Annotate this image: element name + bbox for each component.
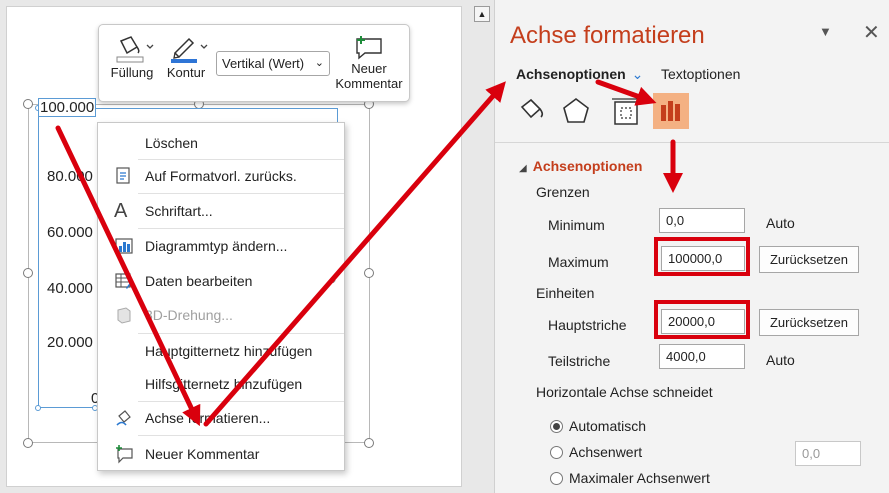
menu-item-label: Schriftart... xyxy=(145,203,213,219)
menu-item-label: Neuer Kommentar xyxy=(145,446,260,462)
menu-separator xyxy=(138,159,344,160)
resize-handle-bottom-left[interactable] xyxy=(23,438,33,448)
axis-tick-label: 80.000 xyxy=(47,168,93,185)
axis-selection-point xyxy=(35,405,41,411)
font-icon: A xyxy=(114,200,128,222)
outline-button[interactable]: Kontur xyxy=(161,33,211,80)
fill-line-icon[interactable] xyxy=(513,93,549,129)
effects-icon[interactable] xyxy=(558,93,594,129)
units-label: Einheiten xyxy=(536,285,595,301)
fill-button[interactable]: Füllung xyxy=(107,33,157,80)
edit-data-icon xyxy=(115,273,133,289)
chart-element-select[interactable]: Vertikal (Wert) ⌄ xyxy=(216,51,330,76)
major-unit-reset-button[interactable]: Zurücksetzen xyxy=(759,309,859,336)
pane-title: Achse formatieren xyxy=(510,22,705,49)
new-comment-button[interactable]: Neuer Kommentar xyxy=(331,33,407,91)
minor-unit-input[interactable]: 4000,0 xyxy=(659,344,745,369)
tab-text-options[interactable]: Textoptionen xyxy=(661,66,740,82)
radio-automatic[interactable] xyxy=(550,420,563,433)
radio-axis-value[interactable] xyxy=(550,446,563,459)
menu-item-label: Daten bearbeiten xyxy=(145,273,253,289)
menu-item-label: Achse formatieren... xyxy=(145,410,271,426)
menu-item-add-major-gridlines[interactable]: Hauptgitternetz hinzufügen xyxy=(98,336,344,366)
size-properties-icon[interactable] xyxy=(608,93,644,129)
minimum-label: Minimum xyxy=(548,217,605,233)
maximum-label: Maximum xyxy=(548,254,609,270)
menu-item-label: Hauptgitternetz hinzufügen xyxy=(145,343,313,359)
resize-handle-top-left[interactable] xyxy=(23,99,33,109)
context-menu: Löschen Auf Formatvorl. zurücks. A Schri… xyxy=(97,122,345,471)
maximum-reset-button[interactable]: Zurücksetzen xyxy=(759,246,859,273)
menu-item-label: 3D-Drehung... xyxy=(145,307,233,323)
menu-item-font[interactable]: A Schriftart... xyxy=(98,196,344,226)
pane-divider xyxy=(495,142,889,143)
axis-options-bar-chart-icon[interactable] xyxy=(653,93,689,129)
radio-maximum-axis-value-label: Maximaler Achsenwert xyxy=(569,470,710,486)
new-comment-icon xyxy=(356,36,382,60)
menu-separator xyxy=(138,401,344,402)
mini-toolbar: Füllung Kontur Vertikal (Wert) ⌄ Neuer K… xyxy=(98,24,410,102)
radio-automatic-label: Automatisch xyxy=(569,418,647,434)
fill-label: Füllung xyxy=(110,65,154,80)
section-title: Achsenoptionen xyxy=(532,158,643,174)
menu-item-label: Löschen xyxy=(145,135,198,151)
major-unit-label: Hauptstriche xyxy=(548,317,627,333)
menu-item-delete[interactable]: Löschen xyxy=(98,128,344,158)
submenu-arrow-icon: › xyxy=(332,273,336,287)
minor-unit-label: Teilstriche xyxy=(548,353,611,369)
resize-handle-right[interactable] xyxy=(364,268,374,278)
minimum-input[interactable]: 0,0 xyxy=(659,208,745,233)
chevron-down-icon: ⌄ xyxy=(314,57,324,69)
pane-options-dropdown-icon[interactable]: ▼ xyxy=(819,24,832,39)
menu-item-change-chart-type[interactable]: Diagrammtyp ändern... xyxy=(98,231,344,261)
menu-separator xyxy=(138,435,344,436)
radio-maximum-axis-value[interactable] xyxy=(550,472,563,485)
menu-item-new-comment[interactable]: Neuer Kommentar xyxy=(98,439,344,469)
bounds-label: Grenzen xyxy=(536,184,590,200)
axis-tick-label: 60.000 xyxy=(47,224,93,241)
new-comment-label-line2: Kommentar xyxy=(335,76,403,91)
axis-value-input[interactable]: 0,0 xyxy=(795,441,861,466)
outline-label: Kontur xyxy=(166,65,206,80)
new-comment-label-line1: Neuer xyxy=(351,61,387,76)
collapse-triangle-icon: ◢ xyxy=(519,163,527,174)
menu-item-label: Hilfsgitternetz hinzufügen xyxy=(145,376,303,392)
chart-element-select-value: Vertikal (Wert) xyxy=(222,56,305,71)
chart-type-icon xyxy=(115,238,133,254)
menu-item-reset-style[interactable]: Auf Formatvorl. zurücks. xyxy=(98,161,344,191)
comment-icon xyxy=(116,445,133,464)
highlight-major-unit xyxy=(654,300,750,339)
tab-axis-options[interactable]: Achsenoptionen ⌄ xyxy=(516,66,643,83)
axis-tick-label: 100.000 xyxy=(38,98,97,117)
minor-unit-status: Auto xyxy=(766,352,795,368)
radio-axis-value-label: Achsenwert xyxy=(569,444,643,460)
vertical-scrollbar[interactable] xyxy=(466,0,490,493)
pen-outline-icon xyxy=(171,37,208,63)
horizontal-axis-crosses-label: Horizontale Achse schneidet xyxy=(536,384,713,400)
highlight-maximum xyxy=(654,237,750,276)
axis-tick-label: 40.000 xyxy=(47,280,93,297)
resize-handle-bottom-right[interactable] xyxy=(364,438,374,448)
chevron-down-icon: ⌄ xyxy=(631,66,644,82)
reset-style-icon xyxy=(116,167,130,184)
paint-bucket-icon xyxy=(116,36,154,63)
rotation-3d-icon xyxy=(117,307,131,324)
menu-separator xyxy=(138,333,344,334)
menu-separator xyxy=(138,228,344,229)
format-axis-icon xyxy=(116,410,131,426)
menu-item-label: Diagrammtyp ändern... xyxy=(145,238,288,254)
menu-item-label: Auf Formatvorl. zurücks. xyxy=(145,168,297,184)
scroll-up-arrow-icon[interactable]: ▲ xyxy=(474,6,490,22)
menu-separator xyxy=(138,193,344,194)
menu-item-add-minor-gridlines[interactable]: Hilfsgitternetz hinzufügen xyxy=(98,369,344,399)
menu-item-edit-data[interactable]: Daten bearbeiten › xyxy=(98,266,344,296)
menu-item-format-axis[interactable]: Achse formatieren... xyxy=(98,403,344,433)
axis-tick-label: 20.000 xyxy=(47,334,93,351)
close-icon[interactable]: ✕ xyxy=(863,20,880,45)
minimum-status: Auto xyxy=(766,215,795,231)
resize-handle-left[interactable] xyxy=(23,268,33,278)
section-header-axis-options[interactable]: ◢ Achsenoptionen xyxy=(519,158,642,174)
tab-axis-options-label: Achsenoptionen xyxy=(516,66,626,82)
menu-item-3d-rotation[interactable]: 3D-Drehung... xyxy=(98,300,344,330)
